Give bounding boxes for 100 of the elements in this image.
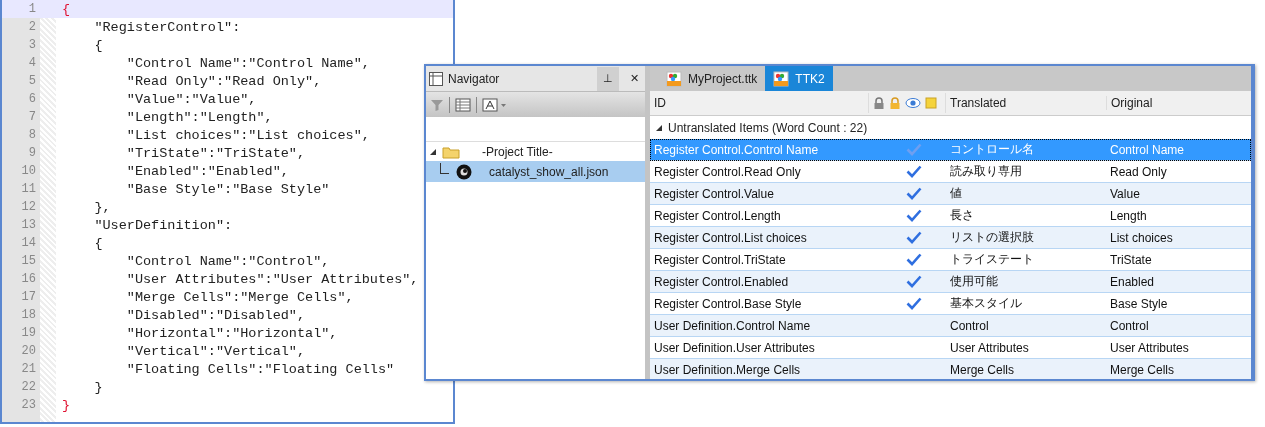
- document-tab[interactable]: TTK2: [765, 66, 833, 91]
- table-cell-text: Control Name: [1109, 142, 1186, 157]
- line-number: 16: [20, 271, 37, 288]
- line-number: 22: [20, 379, 37, 396]
- code-line: "Base Style":"Base Style": [125, 181, 330, 197]
- line-number: 15: [20, 253, 37, 270]
- lock-icon: [873, 96, 885, 110]
- line-number: 6: [27, 91, 37, 108]
- column-header[interactable]: Original: [1106, 96, 1251, 110]
- code-line: "TriState":"TriState",: [125, 145, 306, 161]
- table-cell-text: Register Control.Enabled: [653, 274, 790, 289]
- line-number: 20: [20, 343, 37, 360]
- line-number: 7: [27, 109, 37, 126]
- table-cell-text: リストの選択肢: [949, 229, 1035, 246]
- table-cell-text: 長さ: [949, 207, 975, 224]
- pin-button[interactable]: ⊥: [597, 66, 619, 91]
- table-cell-text: Register Control.Read Only: [653, 164, 802, 179]
- column-header[interactable]: Translated: [946, 96, 1106, 110]
- table-cell-text: 値: [949, 185, 963, 202]
- code-line: "Read Only":"Read Only",: [125, 73, 322, 89]
- line-number: 1: [27, 1, 37, 18]
- code-line: "Enabled":"Enabled",: [125, 163, 289, 179]
- project-file-icon: [773, 70, 790, 87]
- font-dropdown-icon[interactable]: [482, 97, 508, 112]
- table-cell-text: Register Control.Length: [653, 208, 782, 223]
- line-number: 3: [27, 37, 37, 54]
- line-number: 9: [27, 145, 37, 162]
- table-cell-text: List choices: [1109, 230, 1174, 245]
- table-cell-text: User Attributes: [949, 340, 1030, 355]
- filter-icon[interactable]: [430, 97, 444, 112]
- table-cell-text: Merge Cells: [1109, 362, 1176, 377]
- line-number: 13: [20, 217, 37, 234]
- line-number: 12: [20, 199, 37, 216]
- tree-item[interactable]: catalyst_show_all.json: [426, 161, 645, 182]
- line-number: 8: [27, 127, 37, 144]
- code-line: }: [93, 379, 103, 395]
- line-number: 17: [20, 289, 37, 306]
- table-cell-text: Register Control.Base Style: [653, 296, 803, 311]
- code-line: "RegisterControl":: [93, 19, 241, 35]
- table-cell-text: Control: [949, 318, 990, 333]
- table-cell-text: コントロール名: [949, 141, 1035, 158]
- table-cell-text: Length: [1109, 208, 1148, 223]
- table-cell-text: Register Control.Control Name: [653, 142, 820, 157]
- code-line: },: [93, 199, 111, 215]
- table-cell-text: Merge Cells: [949, 362, 1016, 377]
- table-cell-text: User Definition.Merge Cells: [653, 362, 802, 377]
- document-tab[interactable]: MyProject.ttk: [658, 66, 766, 91]
- window-icon: [428, 70, 444, 87]
- table-cell-text: Register Control.List choices: [653, 230, 808, 245]
- code-line: "Control Name":"Control",: [125, 253, 330, 269]
- close-button[interactable]: ✕: [623, 66, 645, 91]
- group-row[interactable]: Untranslated Items (Word Count : 22): [650, 116, 1251, 139]
- table-cell-text: 読み取り専用: [949, 163, 1023, 180]
- table-cell-text: Value: [1109, 186, 1141, 201]
- code-line: "List choices":"List choices",: [125, 127, 370, 143]
- table-cell-text: 使用可能: [949, 273, 999, 290]
- line-number: 5: [27, 73, 37, 90]
- table-cell-text: User Attributes: [1109, 340, 1190, 355]
- code-line: "Merge Cells":"Merge Cells",: [125, 289, 354, 305]
- line-number: 4: [27, 55, 37, 72]
- line-number: 10: [20, 163, 37, 180]
- table-cell-text: Register Control.TriState: [653, 252, 787, 267]
- table-cell-text: Read Only: [1109, 164, 1168, 179]
- code-line: }: [61, 397, 71, 413]
- table-cell-text: トライステート: [949, 251, 1035, 268]
- column-header[interactable]: ID: [650, 96, 868, 110]
- line-number: 11: [20, 181, 37, 198]
- table-icon[interactable]: [455, 97, 471, 112]
- code-line: "Horizontal":"Horizontal",: [125, 325, 338, 341]
- code-line: "Length":"Length",: [125, 109, 273, 125]
- code-line: "Floating Cells":"Floating Cells": [125, 361, 395, 377]
- line-number: 14: [20, 235, 37, 252]
- project-file-icon: [666, 70, 682, 87]
- table-cell-text: Control: [1109, 318, 1150, 333]
- pane-title: Navigator: [448, 71, 500, 86]
- note-icon: [925, 97, 937, 109]
- line-number: 21: [20, 361, 37, 378]
- eye-icon: [905, 97, 921, 109]
- code-line: "UserDefinition":: [93, 217, 233, 233]
- code-line: {: [93, 37, 103, 53]
- table-cell-text: TriState: [1109, 252, 1153, 267]
- code-line: {: [93, 235, 103, 251]
- code-line: "Value":"Value",: [125, 91, 257, 107]
- table-cell-text: Enabled: [1109, 274, 1156, 289]
- code-line: "Disabled":"Disabled",: [125, 307, 306, 323]
- line-number: 19: [20, 325, 37, 342]
- line-number: 18: [20, 307, 37, 324]
- code-line: {: [61, 1, 71, 17]
- line-number: 2: [27, 19, 37, 36]
- line-number: 23: [20, 397, 37, 414]
- table-cell-text: Register Control.Value: [653, 186, 775, 201]
- code-line: "Control Name":"Control Name",: [125, 55, 370, 71]
- table-cell-text: User Definition.Control Name: [653, 318, 812, 333]
- file-icon: [455, 162, 473, 181]
- folder-icon: [442, 144, 460, 159]
- tree-item[interactable]: -Project Title-: [426, 142, 645, 161]
- code-line: "Vertical":"Vertical",: [125, 343, 306, 359]
- table-cell-text: User Definition.User Attributes: [653, 340, 816, 355]
- table-cell-text: Base Style: [1109, 296, 1169, 311]
- table-cell-text: 基本スタイル: [949, 295, 1023, 312]
